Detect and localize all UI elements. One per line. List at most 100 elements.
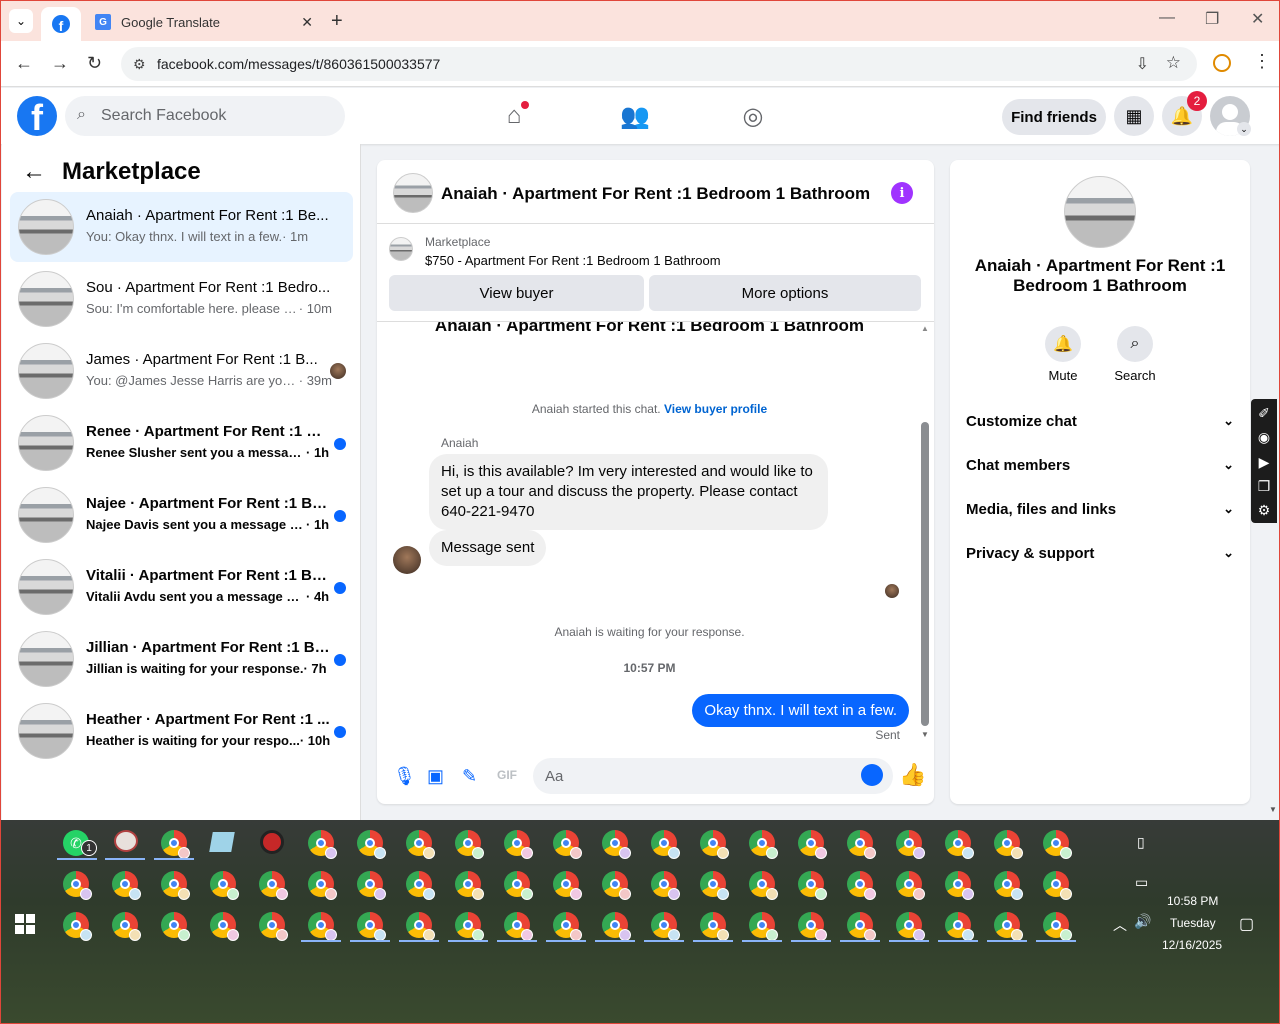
menu-grid-icon[interactable]: ▦ [1114,96,1154,136]
chrome-icon[interactable] [161,830,190,859]
chrome-icon[interactable] [945,830,974,859]
notes-icon[interactable] [209,832,235,852]
scrollbar-thumb[interactable] [921,422,929,726]
chrome-icon[interactable] [700,912,729,941]
browser-menu-icon[interactable]: ⋮ [1253,51,1271,72]
account-chevron-icon[interactable]: ⌄ [1237,122,1251,136]
chrome-icon[interactable] [63,912,92,941]
gif-icon[interactable]: GIF [497,768,517,782]
listing-title[interactable]: $750 - Apartment For Rent :1 Bedroom 1 B… [425,253,721,268]
chrome-icon[interactable] [602,871,631,900]
chrome-icon[interactable] [406,830,435,859]
chrome-icon[interactable] [651,912,680,941]
search-chat-button[interactable]: ⌕ Search [1105,326,1165,383]
conversation-item[interactable]: Anaiah · Apartment For Rent :1 Be... You:… [10,192,353,262]
chrome-icon[interactable] [602,830,631,859]
restore-button[interactable]: ❐ [1205,9,1219,29]
info-icon[interactable]: i [891,182,913,204]
conversation-item[interactable]: Najee · Apartment For Rent :1 Be... Najee… [10,480,353,550]
chrome-icon[interactable] [455,830,484,859]
chrome-icon[interactable] [357,871,386,900]
tab-search-button[interactable]: ⌄ [9,9,33,33]
incoming-message[interactable]: Message sent [429,530,547,566]
conversation-item[interactable]: Renee · Apartment For Rent :1 Be... Renee… [10,408,353,478]
chrome-icon[interactable] [651,871,680,900]
camera-icon[interactable]: ◉ [1258,425,1270,449]
find-friends-button[interactable]: Find friends [1002,99,1106,135]
clock-day[interactable]: Tuesday [1170,916,1216,930]
privacy-support-row[interactable]: Privacy & support ⌄ [966,545,1234,562]
conversation-item[interactable]: Jillian · Apartment For Rent :1 Be... Jil… [10,624,353,694]
record-icon[interactable] [260,830,284,854]
install-app-icon[interactable]: ⇩ [1136,54,1149,74]
bookmark-star-icon[interactable]: ☆ [1166,53,1181,73]
pen-icon[interactable]: ✐ [1258,401,1270,425]
photo-icon[interactable]: ▣ [427,766,444,787]
chrome-icon[interactable] [553,830,582,859]
microphone-icon[interactable]: 🎙 [393,766,416,787]
conversation-item[interactable]: James · Apartment For Rent :1 B... You: @… [10,336,353,406]
tab-google-translate[interactable]: G Google Translate ✕ [89,7,321,37]
chrome-icon[interactable] [504,830,533,859]
chrome-icon[interactable] [994,871,1023,900]
customize-chat-row[interactable]: Customize chat ⌄ [966,413,1234,430]
back-button[interactable]: ← [15,53,33,74]
mute-button[interactable]: 🔔 Mute [1033,326,1093,383]
scroll-down-icon[interactable]: ▼ [921,730,929,739]
incoming-message[interactable]: Hi, is this available? Im very intereste… [429,454,828,530]
chrome-icon[interactable] [161,871,190,900]
chrome-icon[interactable] [308,830,337,859]
notification-center-icon[interactable]: ▢ [1239,914,1254,934]
chrome-icon[interactable] [553,912,582,941]
chat-avatar[interactable] [393,173,433,213]
paint-icon[interactable] [114,830,138,852]
chrome-icon[interactable] [161,912,190,941]
chrome-icon[interactable] [259,871,288,900]
chrome-icon[interactable] [700,871,729,900]
reload-button[interactable]: ↻ [87,53,102,74]
windows-start-icon[interactable] [15,914,35,934]
site-info-icon[interactable]: ⚙ [133,56,146,73]
groups-icon[interactable]: ◎ [739,102,767,130]
clock-date[interactable]: 12/16/2025 [1162,938,1222,952]
phone-link-icon[interactable]: ▯ [1137,834,1145,851]
clock-time[interactable]: 10:58 PM [1167,894,1218,908]
thumbs-up-icon[interactable]: 👍 [899,762,926,788]
chrome-icon[interactable] [504,912,533,941]
chrome-icon[interactable] [63,871,92,900]
chrome-icon[interactable] [896,871,925,900]
listing-thumbnail[interactable] [389,237,413,261]
thread-scrollbar[interactable]: ▲ ▼ [920,322,930,742]
message-input[interactable]: Aa [533,758,893,794]
media-files-row[interactable]: Media, files and links ⌄ [966,501,1234,518]
chrome-icon[interactable] [553,871,582,900]
volume-icon[interactable]: 🔊 [1134,913,1151,930]
chat-title[interactable]: Anaiah · Apartment For Rent :1 Bedroom 1… [441,184,870,204]
friends-icon[interactable]: 👥 [620,102,650,130]
tray-expand-icon[interactable]: ︿ [1113,915,1127,935]
chrome-icon[interactable] [455,912,484,941]
chrome-icon[interactable] [357,830,386,859]
address-bar[interactable]: ⚙ facebook.com/messages/t/86036150003357… [121,47,1197,81]
emoji-icon[interactable] [861,764,883,786]
scroll-up-icon[interactable]: ▲ [921,324,929,333]
chrome-icon[interactable] [406,912,435,941]
chrome-icon[interactable] [308,912,337,941]
gear-icon[interactable]: ⚙ [1258,499,1271,523]
chrome-icon[interactable] [994,912,1023,941]
chrome-icon[interactable] [945,912,974,941]
close-tab-icon[interactable]: ✕ [301,14,313,31]
chrome-icon[interactable] [896,830,925,859]
chrome-icon[interactable] [210,871,239,900]
conversation-item[interactable]: Sou · Apartment For Rent :1 Bedro... Sou:… [10,264,353,334]
chrome-icon[interactable] [259,912,288,941]
page-scroll-down-icon[interactable]: ▼ [1269,805,1277,814]
chat-members-row[interactable]: Chat members ⌄ [966,457,1234,474]
chrome-icon[interactable] [749,912,778,941]
chrome-icon[interactable] [749,830,778,859]
search-input[interactable]: ⌕ Search Facebook [65,96,345,136]
chrome-icon[interactable] [308,871,337,900]
chrome-icon[interactable] [1043,830,1072,859]
chrome-icon[interactable] [112,912,141,941]
minimize-button[interactable]: — [1159,9,1175,27]
